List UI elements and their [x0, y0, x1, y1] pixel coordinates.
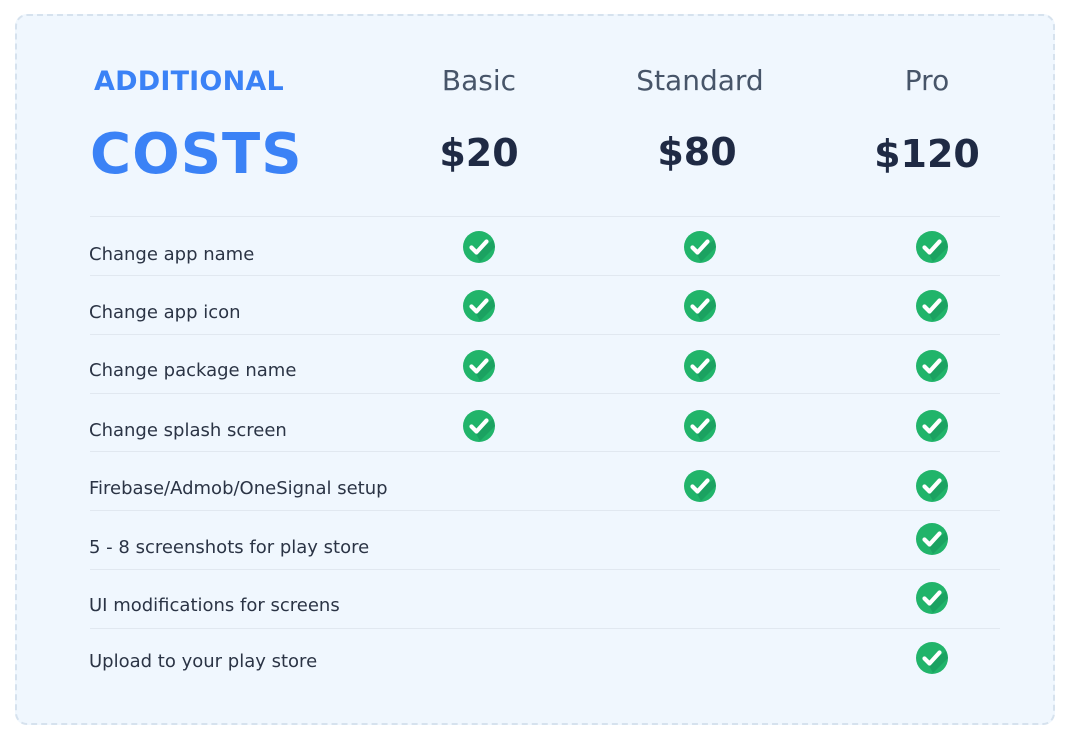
check-circle-icon — [915, 522, 949, 556]
check-circle-icon — [683, 230, 717, 264]
check-circle-icon — [915, 409, 949, 443]
check-circle-icon — [462, 349, 496, 383]
check-circle-icon — [462, 289, 496, 323]
plan-name-basic: Basic — [441, 64, 517, 97]
check-circle-icon — [462, 409, 496, 443]
row-divider — [90, 334, 1000, 335]
check-circle-icon — [915, 469, 949, 503]
row-divider — [90, 510, 1000, 511]
check-circle-icon — [462, 230, 496, 264]
plan-price-standard: $80 — [657, 130, 737, 174]
check-circle-icon — [683, 349, 717, 383]
check-circle-icon — [915, 349, 949, 383]
row-divider — [90, 628, 1000, 629]
plan-price-basic: $20 — [439, 131, 519, 175]
feature-label-change-app-icon: Change app icon — [89, 302, 241, 323]
row-divider — [90, 275, 1000, 276]
plan-price-pro: $120 — [874, 132, 980, 176]
check-circle-icon — [915, 230, 949, 264]
feature-label-change-package-name: Change package name — [89, 360, 297, 381]
row-divider — [90, 451, 1000, 452]
plan-name-pro: Pro — [904, 64, 950, 97]
feature-label-firebase-admob-onesignal-setup: Firebase/Admob/OneSignal setup — [89, 478, 388, 499]
row-divider — [90, 216, 1000, 217]
check-circle-icon — [683, 409, 717, 443]
check-circle-icon — [683, 469, 717, 503]
feature-label-5-8-screenshots-for-play-store: 5 - 8 screenshots for play store — [89, 537, 370, 558]
check-circle-icon — [915, 581, 949, 615]
feature-label-ui-modifications-for-screens: UI modifications for screens — [89, 595, 340, 616]
row-divider — [90, 393, 1000, 394]
check-circle-icon — [915, 641, 949, 675]
feature-label-change-app-name: Change app name — [89, 244, 255, 265]
heading-additional: ADDITIONAL — [94, 66, 284, 97]
check-circle-icon — [915, 289, 949, 323]
plan-name-standard: Standard — [636, 64, 764, 97]
feature-label-change-splash-screen: Change splash screen — [89, 420, 287, 441]
feature-label-upload-to-your-play-store: Upload to your play store — [89, 651, 318, 672]
check-circle-icon — [683, 289, 717, 323]
row-divider — [90, 569, 1000, 570]
heading-costs: COSTS — [90, 122, 303, 187]
